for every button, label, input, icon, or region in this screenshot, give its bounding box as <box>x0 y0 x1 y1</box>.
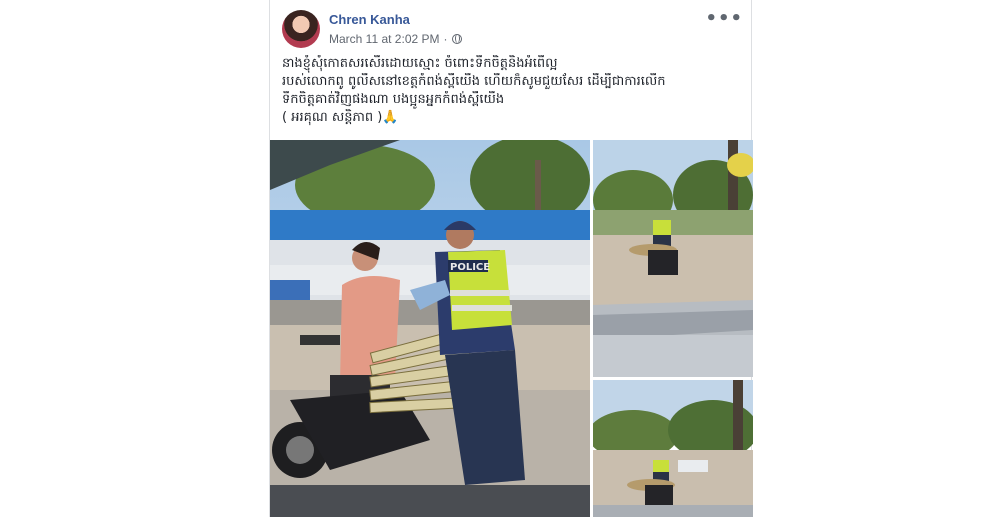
post-text-line: របស់លោកពូ ពូលីសនៅខេត្តកំពង់ស្ពឺយើង ហើយក៏… <box>282 74 666 89</box>
post-text-line: ( អរគុណ សន្តិភាព )🙏 <box>282 110 399 125</box>
photo-top-right-image <box>593 140 753 377</box>
photo-top-right[interactable] <box>593 140 753 377</box>
post-text-line: នាងខ្ញុំសុំកោតសរសើរដោយស្មោះ ចំពោះទឹកចិត្… <box>282 56 558 71</box>
photo-bottom-right[interactable] <box>593 380 753 517</box>
photo-main-image: POLICE <box>270 140 590 517</box>
globe-icon[interactable] <box>451 34 462 44</box>
post-timestamp[interactable]: March 11 at 2:02 PM <box>329 32 440 46</box>
post-text: នាងខ្ញុំសុំកោតសរសើរដោយស្មោះ ចំពោះទឹកចិត្… <box>282 55 744 127</box>
author-name[interactable]: Chren Kanha <box>329 12 410 27</box>
author-avatar[interactable] <box>282 10 320 48</box>
police-vest-label: POLICE <box>450 262 490 273</box>
more-options-icon[interactable]: ••• <box>705 8 743 29</box>
photo-grid: POLICE <box>270 140 753 517</box>
post-meta: March 11 at 2:02 PM · <box>329 32 462 46</box>
photo-main[interactable]: POLICE <box>270 140 590 517</box>
facebook-post: Chren Kanha March 11 at 2:02 PM · ••• នា… <box>269 0 753 517</box>
post-text-line: ទឹកចិត្តគាត់វិញផងណា បងប្អូនអ្នកកំពង់ស្ពឺ… <box>282 92 505 107</box>
photo-bottom-right-image <box>593 380 753 517</box>
